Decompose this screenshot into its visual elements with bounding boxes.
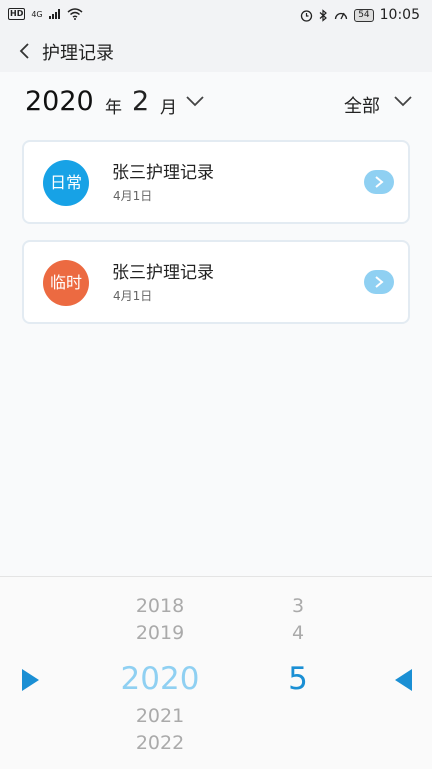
status-right: 54 10:05: [300, 7, 420, 23]
record-date: 4月1日: [113, 289, 153, 303]
record-type-badge: 日常: [43, 160, 89, 206]
back-arrow-icon[interactable]: [18, 42, 32, 60]
record-card[interactable]: 临时 张三护理记录 4月1日: [22, 240, 410, 324]
status-left: HD 4G: [8, 8, 83, 20]
month-unit: 月: [160, 98, 177, 118]
hd-indicator: HD: [8, 8, 26, 20]
signal-icon: [48, 9, 60, 19]
picker-month-option[interactable]: 4: [268, 622, 328, 644]
record-date: 4月1日: [113, 189, 153, 203]
year-unit: 年: [105, 98, 122, 118]
battery-indicator: 54: [354, 8, 374, 22]
network-type: 4G: [31, 9, 43, 19]
year-value[interactable]: 2020: [25, 86, 94, 117]
alarm-icon: [301, 9, 313, 22]
picker-month-option[interactable]: 3: [268, 595, 328, 617]
record-open-button[interactable]: [364, 170, 394, 194]
picker-selected-month[interactable]: 5: [268, 661, 328, 697]
picker-right-indicator-icon: [395, 669, 412, 691]
date-picker[interactable]: 2018 2019 2020 2021 2022 3 4 5: [0, 576, 432, 769]
record-open-button[interactable]: [364, 270, 394, 294]
picker-year-option[interactable]: 2022: [110, 732, 210, 754]
picker-year-option[interactable]: 2021: [110, 705, 210, 727]
app-header: 护理记录: [0, 30, 432, 72]
bluetooth-icon: [319, 8, 328, 22]
chevron-right-icon: [375, 176, 384, 188]
date-filter-row: 2020 年 2 月 全部: [0, 84, 432, 124]
picker-selected-year[interactable]: 2020: [110, 661, 210, 697]
picker-year-option[interactable]: 2019: [110, 622, 210, 644]
wifi-icon: [67, 8, 83, 20]
speed-icon: [335, 12, 348, 20]
category-chevron-down-icon[interactable]: [393, 94, 413, 108]
record-title: 张三护理记录: [112, 263, 214, 283]
category-filter[interactable]: 全部: [344, 92, 380, 118]
clock-time: 10:05: [379, 7, 420, 23]
record-type-badge: 临时: [43, 260, 89, 306]
page-title: 护理记录: [42, 43, 114, 64]
record-card[interactable]: 日常 张三护理记录 4月1日: [22, 140, 410, 224]
chevron-right-icon: [375, 276, 384, 288]
date-chevron-down-icon[interactable]: [185, 94, 205, 108]
picker-left-indicator-icon: [22, 669, 39, 691]
record-title: 张三护理记录: [112, 163, 214, 183]
status-bar: HD 4G 54 10:05: [0, 0, 432, 30]
month-value[interactable]: 2: [132, 86, 149, 117]
picker-year-option[interactable]: 2018: [110, 595, 210, 617]
